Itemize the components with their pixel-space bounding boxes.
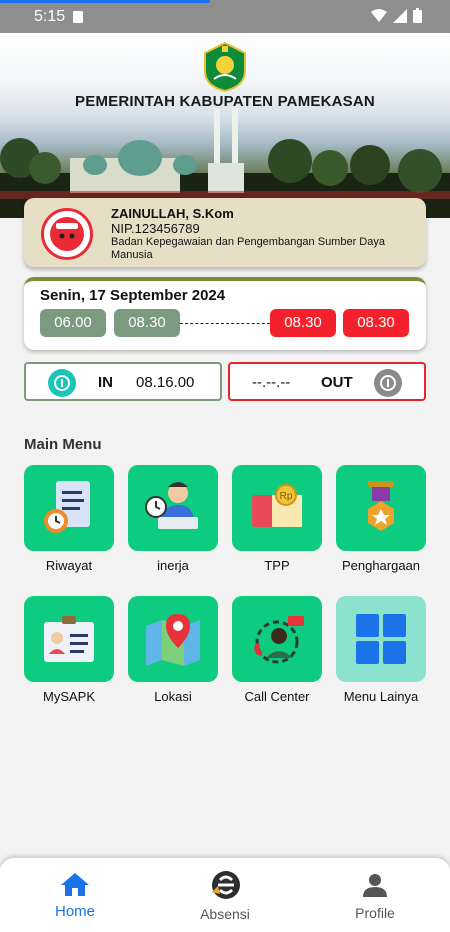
nav-profile[interactable]: Profile [325, 858, 425, 932]
header-banner: PEMERINTAH KABUPATEN PAMEKASAN [0, 33, 450, 218]
menu-tpp-button[interactable]: Rp [232, 465, 322, 551]
nav-profile-label: Profile [355, 905, 395, 921]
menu-lainya-button[interactable] [336, 596, 426, 682]
grid-icon [356, 614, 406, 664]
menu-tpp-label: TPP [264, 558, 290, 573]
nav-home-label: Home [54, 903, 95, 920]
menu-kinerja-label: inerja [157, 558, 189, 573]
bottom-navigation: Home Absensi Profile [0, 858, 450, 932]
fingerprint-in-icon [48, 369, 76, 397]
schedule-divider [180, 323, 270, 324]
checkout-end-time: 08.30 [343, 309, 409, 337]
loading-progress-bar [0, 0, 210, 3]
wifi-icon [371, 9, 387, 22]
nav-home[interactable]: Home [25, 858, 125, 932]
main-menu-title: Main Menu [24, 436, 102, 453]
id-card-icon [44, 616, 94, 662]
checkin-limit-time: 08.30 [114, 309, 180, 337]
signal-icon [393, 9, 407, 23]
menu-penghargaan-button[interactable] [336, 465, 426, 551]
menu-mysapk-label: MySAPK [42, 689, 95, 704]
menu-penghargaan-label: Penghargaan [341, 558, 421, 573]
document-clock-icon [44, 481, 90, 533]
menu-riwayat-label: Riwayat [45, 558, 93, 573]
sd-card-icon [73, 11, 83, 23]
schedule-date: Senin, 17 September 2024 [40, 287, 226, 304]
fingerprint-out-icon [374, 369, 402, 397]
profile-department: Badan Kepegawaian dan Pengembangan Sumbe… [111, 236, 385, 261]
avatar [41, 208, 93, 260]
check-out-label: OUT [321, 374, 353, 391]
worker-laptop-icon [145, 482, 198, 529]
menu-mysapk-button[interactable] [24, 596, 114, 682]
nav-absensi[interactable]: Absensi [175, 858, 275, 932]
check-in-time: 08.16.00 [136, 374, 195, 391]
avatar-face-icon [50, 217, 84, 251]
medal-icon [368, 481, 394, 531]
menu-lokasi-button[interactable] [128, 596, 218, 682]
home-icon [61, 873, 89, 896]
check-out-time: --.--.-- [252, 374, 291, 391]
check-in-box[interactable]: IN 08.16.00 [24, 362, 222, 401]
schedule-card: Senin, 17 September 2024 06.00 08.30 08.… [24, 277, 426, 350]
person-icon [363, 874, 387, 897]
profile-nip: NIP.123456789 [111, 221, 200, 236]
pamekasan-emblem-icon [204, 41, 246, 93]
status-icons [371, 8, 422, 23]
nav-absensi-label: Absensi [200, 906, 250, 922]
check-in-label: IN [98, 374, 113, 391]
svg-text:Rp: Rp [280, 491, 293, 502]
money-rp-icon: Rp [252, 484, 302, 527]
call-center-icon [254, 616, 304, 664]
battery-icon [413, 8, 422, 23]
absensi-logo-icon [212, 871, 240, 899]
menu-call-center-label: Call Center [244, 689, 310, 704]
menu-lainya-label: Menu Lainya [343, 689, 419, 704]
profile-card[interactable]: ZAINULLAH, S.Kom NIP.123456789 Badan Kep… [24, 198, 426, 268]
checkout-start-time: 08.30 [270, 309, 336, 337]
status-time: 5:15 [34, 8, 66, 25]
menu-call-center-button[interactable] [232, 596, 322, 682]
check-out-box[interactable]: --.--.-- OUT [228, 362, 426, 401]
menu-riwayat-button[interactable] [24, 465, 114, 551]
status-bar: 5:15 [0, 0, 450, 33]
menu-lokasi-label: Lokasi [154, 689, 192, 704]
shift-start-time: 06.00 [40, 309, 106, 337]
map-pin-icon [146, 614, 200, 666]
menu-kinerja-button[interactable] [128, 465, 218, 551]
profile-name: ZAINULLAH, S.Kom [111, 206, 234, 221]
